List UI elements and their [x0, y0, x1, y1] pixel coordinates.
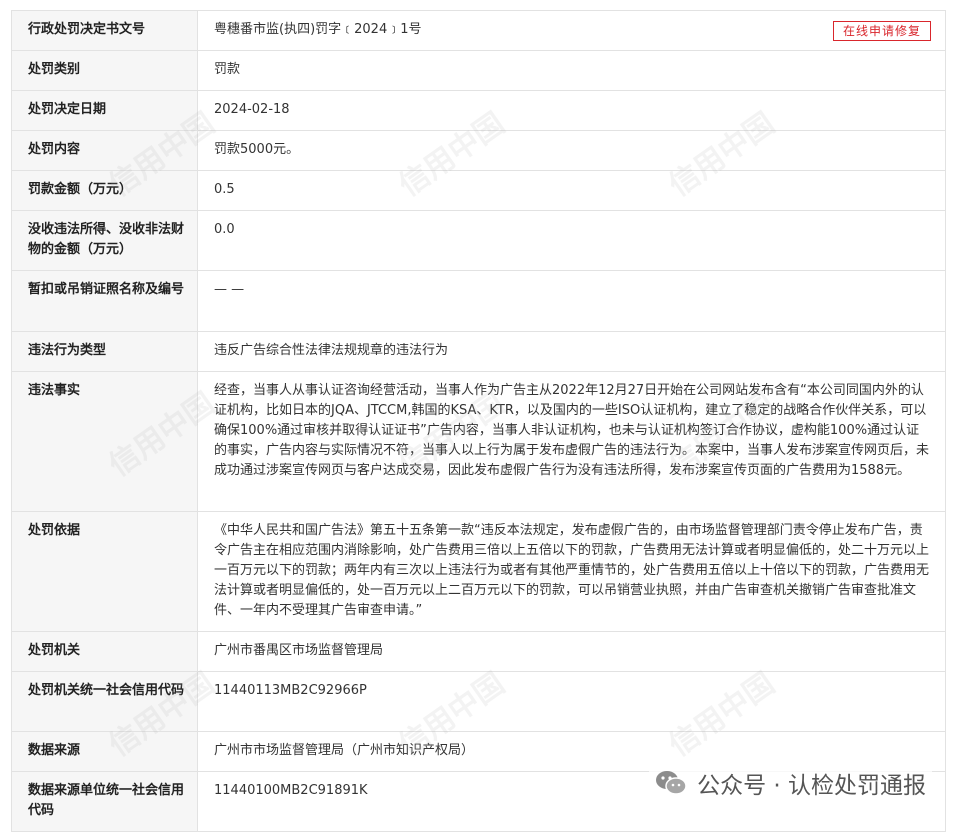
- row-penalty-category: 处罚类别 罚款: [12, 51, 946, 91]
- footer-badge: 公众号 · 认检处罚通报: [649, 764, 932, 802]
- penalty-info-table: 行政处罚决定书文号 粤穗番市监(执四)罚字﹝2024﹞1号 在线申请修复 处罚类…: [11, 10, 946, 832]
- value-decision-date: 2024-02-18: [198, 91, 946, 130]
- footer-badge-text: 公众号 · 认检处罚通报: [697, 773, 926, 799]
- row-license-revoked: 暂扣或吊销证照名称及编号 — —: [12, 271, 946, 332]
- label-fine-amount: 罚款金额（万元）: [12, 171, 198, 210]
- label-penalty-basis: 处罚依据: [12, 512, 198, 631]
- value-violation-facts: 经查，当事人从事认证咨询经营活动，当事人作为广告主从2022年12月27日开始在…: [198, 372, 946, 511]
- row-violation-facts: 违法事实 经查，当事人从事认证咨询经营活动，当事人作为广告主从2022年12月2…: [12, 372, 946, 512]
- value-confiscation-amount: 0.0: [198, 211, 946, 270]
- label-confiscation-amount: 没收违法所得、没收非法财物的金额（万元）: [12, 211, 198, 270]
- value-penalty-authority: 广州市番禺区市场监督管理局: [198, 632, 946, 671]
- row-authority-credit-code: 处罚机关统一社会信用代码 11440113MB2C92966P: [12, 672, 946, 732]
- label-data-source: 数据来源: [12, 732, 198, 771]
- label-penalty-content: 处罚内容: [12, 131, 198, 170]
- value-violation-type: 违反广告综合性法律法规规章的违法行为: [198, 332, 946, 371]
- row-violation-type: 违法行为类型 违反广告综合性法律法规规章的违法行为: [12, 332, 946, 372]
- label-decision-number: 行政处罚决定书文号: [12, 11, 198, 50]
- value-license-revoked: — —: [198, 271, 946, 331]
- value-penalty-basis: 《中华人民共和国广告法》第五十五条第一款“违反本法规定，发布虚假广告的，由市场监…: [198, 512, 946, 631]
- label-authority-credit-code: 处罚机关统一社会信用代码: [12, 672, 198, 731]
- online-repair-button[interactable]: 在线申请修复: [832, 21, 931, 41]
- value-penalty-category: 罚款: [198, 51, 946, 90]
- row-penalty-content: 处罚内容 罚款5000元。: [12, 131, 946, 171]
- value-authority-credit-code: 11440113MB2C92966P: [198, 672, 946, 731]
- row-fine-amount: 罚款金额（万元） 0.5: [12, 171, 946, 211]
- value-penalty-content: 罚款5000元。: [198, 131, 946, 170]
- label-violation-facts: 违法事实: [12, 372, 198, 511]
- decision-number-text: 粤穗番市监(执四)罚字﹝2024﹞1号: [214, 22, 422, 37]
- row-decision-number: 行政处罚决定书文号 粤穗番市监(执四)罚字﹝2024﹞1号 在线申请修复: [12, 11, 946, 51]
- label-penalty-category: 处罚类别: [12, 51, 198, 90]
- row-penalty-basis: 处罚依据 《中华人民共和国广告法》第五十五条第一款“违反本法规定，发布虚假广告的…: [12, 512, 946, 632]
- label-source-credit-code: 数据来源单位统一社会信用代码: [12, 772, 198, 831]
- label-violation-type: 违法行为类型: [12, 332, 198, 371]
- value-decision-number: 粤穗番市监(执四)罚字﹝2024﹞1号 在线申请修复: [198, 11, 946, 50]
- label-license-revoked: 暂扣或吊销证照名称及编号: [12, 271, 198, 331]
- label-decision-date: 处罚决定日期: [12, 91, 198, 130]
- value-fine-amount: 0.5: [198, 171, 946, 210]
- wechat-icon: [655, 769, 687, 797]
- label-penalty-authority: 处罚机关: [12, 632, 198, 671]
- row-confiscation-amount: 没收违法所得、没收非法财物的金额（万元） 0.0: [12, 211, 946, 271]
- row-penalty-authority: 处罚机关 广州市番禺区市场监督管理局: [12, 632, 946, 672]
- row-decision-date: 处罚决定日期 2024-02-18: [12, 91, 946, 131]
